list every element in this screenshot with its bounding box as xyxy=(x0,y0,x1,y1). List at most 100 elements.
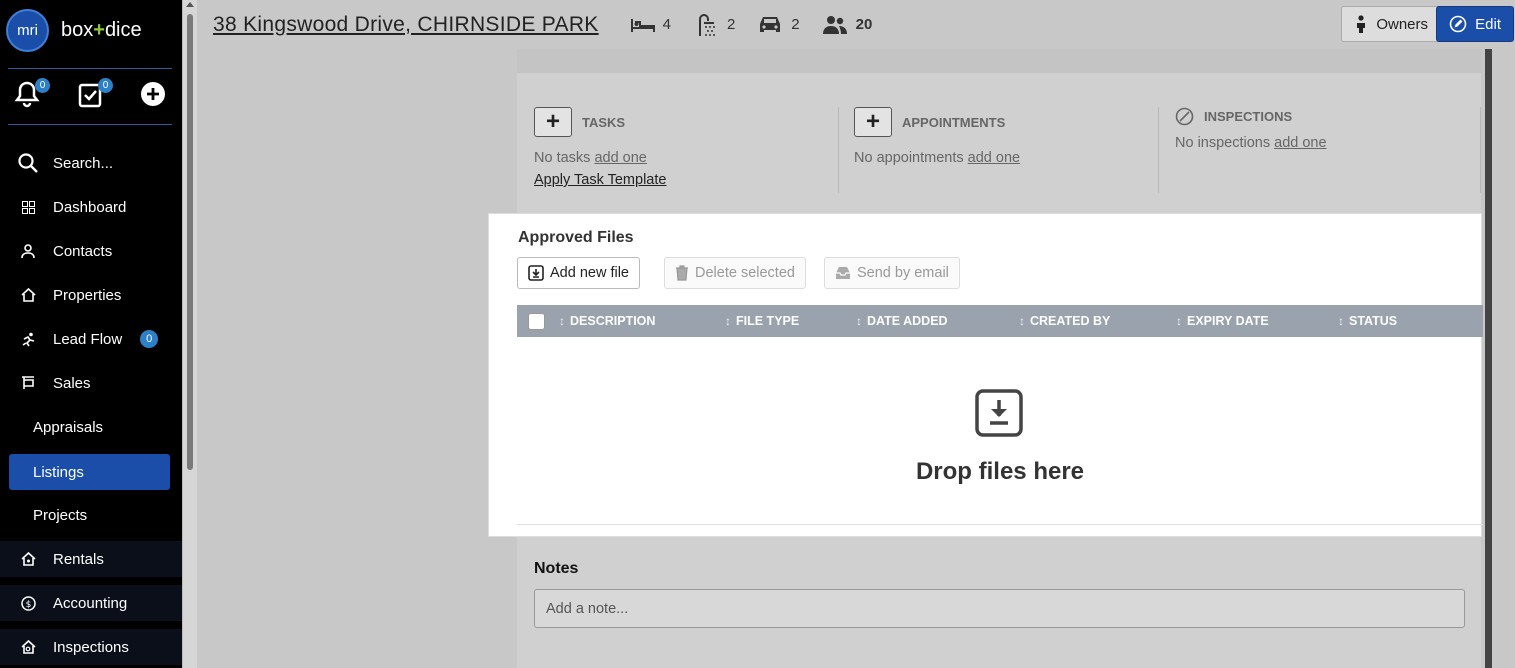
shower-icon xyxy=(698,13,715,36)
divider xyxy=(8,68,172,69)
drop-files-text: Drop files here xyxy=(915,458,1085,485)
download-box-icon xyxy=(528,265,544,281)
approved-files-title: Approved Files xyxy=(518,229,634,246)
file-dropzone[interactable]: Drop files here xyxy=(517,337,1483,525)
sidebar-item-accounting[interactable]: $ Accounting xyxy=(0,585,182,621)
column-label: CREATED BY xyxy=(1030,314,1111,328)
sidebar-item-properties[interactable]: Properties xyxy=(0,277,182,313)
sidebar-item-appraisals[interactable]: Appraisals xyxy=(0,409,182,445)
approved-files-panel: Approved Files Add new file Delete selec… xyxy=(488,213,1483,537)
dashboard-icon xyxy=(18,200,38,214)
car-spaces-count: 2 xyxy=(791,16,800,33)
divider xyxy=(8,124,172,125)
edit-label: Edit xyxy=(1475,15,1501,33)
bedrooms-count: 4 xyxy=(662,16,671,33)
sidebar-scrollbar[interactable] xyxy=(182,0,197,668)
add-note-input[interactable]: Add a note... xyxy=(534,589,1465,628)
tasks-button[interactable]: 0 xyxy=(77,78,113,110)
users-icon xyxy=(822,15,847,34)
sort-icon: ↕ xyxy=(856,314,862,328)
property-address-title[interactable]: 38 Kingswood Drive, CHIRNSIDE PARK xyxy=(213,13,599,37)
house-icon xyxy=(18,288,38,302)
tasks-title: TASKS xyxy=(582,114,626,130)
brand[interactable]: mri box+dice xyxy=(6,9,142,52)
add-button[interactable] xyxy=(140,80,168,110)
plus-circle-icon xyxy=(141,82,165,106)
contacts-count: 20 xyxy=(855,16,873,33)
column-label: DESCRIPTION xyxy=(570,314,656,328)
sidebar-item-contacts[interactable]: Contacts xyxy=(0,233,182,269)
apply-task-template-link[interactable]: Apply Task Template xyxy=(534,172,838,188)
appointments-title: APPOINTMENTS xyxy=(902,114,1006,130)
bathrooms-count: 2 xyxy=(726,16,736,33)
add-task-link[interactable]: add one xyxy=(594,150,646,166)
bathrooms-feature: 2 xyxy=(697,13,735,37)
column-label: EXPIRY DATE xyxy=(1187,314,1269,328)
column-expiry-date[interactable]: ↕ EXPIRY DATE xyxy=(1176,305,1269,337)
send-by-email-label: Send by email xyxy=(857,265,949,281)
svg-text:$: $ xyxy=(25,600,31,610)
owners-button[interactable]: Owners xyxy=(1341,6,1443,42)
sidebar-item-label: Inspections xyxy=(53,638,129,656)
add-appointment-button[interactable]: + xyxy=(854,107,892,137)
bed-icon xyxy=(630,18,655,32)
inspections-column: INSPECTIONS No inspections add one xyxy=(1175,107,1481,193)
column-created-by[interactable]: ↕ CREATED BY xyxy=(1019,305,1110,337)
sidebar-item-label: Accounting xyxy=(53,594,128,612)
column-status[interactable]: ↕ STATUS xyxy=(1338,305,1397,337)
appointments-empty-text: No appointments xyxy=(854,150,964,166)
sidebar-item-projects[interactable]: Projects xyxy=(0,497,182,533)
add-appointment-link[interactable]: add one xyxy=(968,150,1020,166)
scrollbar-thumb[interactable] xyxy=(187,14,193,470)
quick-actions: 0 0 xyxy=(14,78,174,110)
column-file-type[interactable]: ↕ FILE TYPE xyxy=(725,305,799,337)
column-date-added[interactable]: ↕ DATE ADDED xyxy=(856,305,948,337)
notifications-button[interactable]: 0 xyxy=(14,78,50,110)
add-new-file-label: Add new file xyxy=(550,265,629,281)
house-key-icon xyxy=(18,552,38,566)
inspections-title: INSPECTIONS xyxy=(1204,109,1293,124)
overlay-edge xyxy=(1485,49,1492,668)
sort-icon: ↕ xyxy=(1019,314,1025,328)
sort-icon: ↕ xyxy=(1338,314,1344,328)
brand-name: box+dice xyxy=(61,19,142,41)
contacts-feature: 20 xyxy=(822,15,873,35)
sidebar-item-lead-flow[interactable]: Lead Flow 0 xyxy=(0,321,182,357)
edit-button[interactable]: Edit xyxy=(1436,6,1514,42)
lead-flow-badge: 0 xyxy=(140,330,159,348)
scroll-up-icon[interactable] xyxy=(186,2,194,7)
sidebar-item-sales[interactable]: Sales xyxy=(0,365,182,401)
sidebar-item-label: Lead Flow xyxy=(53,330,123,348)
sidebar-item-rentals[interactable]: Rentals xyxy=(0,541,182,577)
add-inspection-link[interactable]: add one xyxy=(1274,135,1326,151)
sort-icon: ↕ xyxy=(725,314,731,328)
add-task-button[interactable]: + xyxy=(534,107,572,137)
car-icon xyxy=(760,16,781,32)
sidebar-item-listings[interactable]: Listings xyxy=(9,454,170,490)
notifications-badge: 0 xyxy=(35,78,50,93)
column-label: STATUS xyxy=(1349,314,1398,328)
sidebar-item-label: Properties xyxy=(53,286,122,304)
trash-icon xyxy=(676,265,688,281)
sidebar-item-label: Dashboard xyxy=(53,198,127,216)
tasks-empty-text: No tasks xyxy=(534,150,591,166)
download-box-icon xyxy=(975,389,1023,437)
tasks-column: + TASKS No tasks add one Apply Task Temp… xyxy=(534,107,839,193)
person-tie-icon xyxy=(1357,15,1366,33)
bedrooms-feature: 4 xyxy=(630,16,671,33)
select-all-checkbox[interactable] xyxy=(528,312,545,330)
sidebar-item-dashboard[interactable]: Dashboard xyxy=(0,189,182,225)
inspections-empty-text: No inspections xyxy=(1175,135,1271,151)
sidebar-item-label: Contacts xyxy=(53,242,113,260)
send-by-email-button[interactable]: Send by email xyxy=(824,257,960,289)
sidebar-search-label: Search... xyxy=(53,154,114,172)
sidebar-item-inspections[interactable]: Inspections xyxy=(0,629,182,665)
column-description[interactable]: ↕ DESCRIPTION xyxy=(559,305,655,337)
sidebar-search[interactable]: Search... xyxy=(0,145,182,181)
appointments-column: + APPOINTMENTS No appointments add one xyxy=(854,107,1159,193)
tasks-badge: 0 xyxy=(98,78,113,93)
add-new-file-button[interactable]: Add new file xyxy=(517,257,640,289)
delete-selected-button[interactable]: Delete selected xyxy=(664,257,806,289)
house-search-icon xyxy=(18,639,38,655)
files-table-header: ↕ DESCRIPTION ↕ FILE TYPE ↕ DATE ADDED ↕ CRE… xyxy=(517,305,1483,337)
